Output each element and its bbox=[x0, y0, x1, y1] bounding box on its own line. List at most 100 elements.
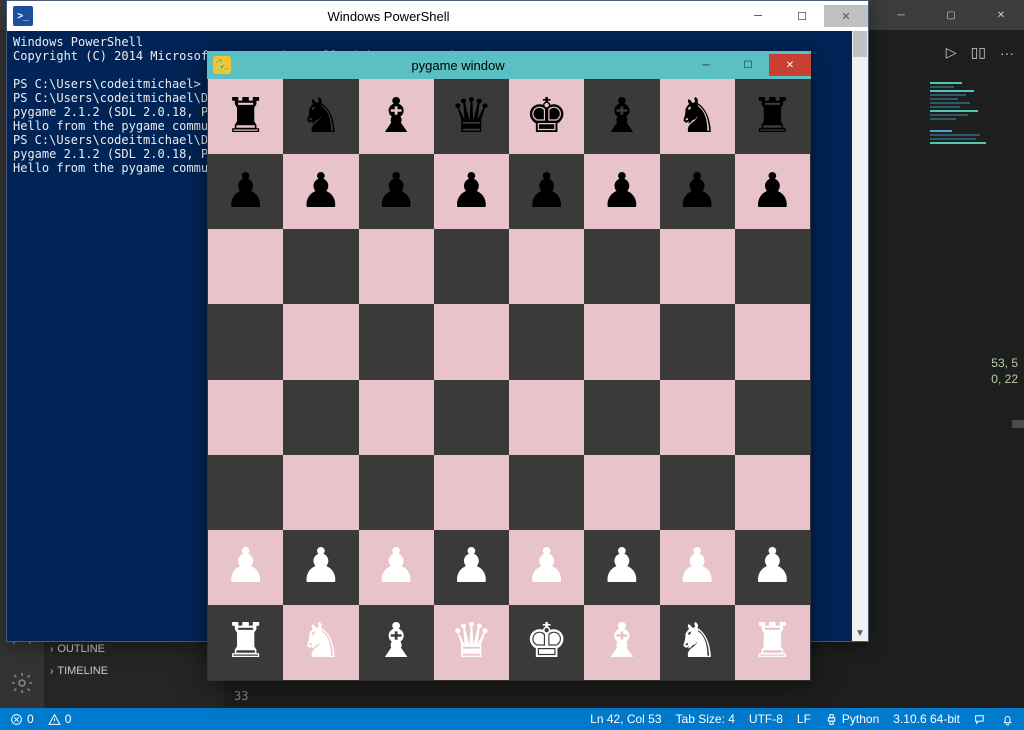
chess-piece-black-k[interactable]: ♚ bbox=[525, 93, 568, 141]
chess-piece-black-pawn[interactable]: ♟ bbox=[600, 168, 643, 216]
status-feedback-icon[interactable] bbox=[974, 713, 987, 726]
board-square[interactable] bbox=[660, 380, 735, 455]
ps-close-button[interactable]: ✕ bbox=[824, 5, 868, 27]
chess-piece-white-pawn[interactable]: ♟ bbox=[751, 543, 794, 591]
chess-piece-white-b[interactable]: ♝ bbox=[600, 618, 643, 666]
board-square[interactable]: ♟ bbox=[584, 154, 659, 229]
status-ln-col[interactable]: Ln 42, Col 53 bbox=[590, 712, 661, 726]
board-square[interactable]: ♜ bbox=[735, 605, 810, 680]
board-square[interactable] bbox=[208, 229, 283, 304]
board-square[interactable] bbox=[434, 229, 509, 304]
board-square[interactable]: ♜ bbox=[735, 79, 810, 154]
board-square[interactable]: ♝ bbox=[359, 79, 434, 154]
ps-minimize-button[interactable]: ─ bbox=[736, 5, 780, 27]
chess-piece-black-pawn[interactable]: ♟ bbox=[676, 168, 719, 216]
board-square[interactable] bbox=[660, 229, 735, 304]
chess-piece-white-k[interactable]: ♚ bbox=[525, 618, 568, 666]
scrollbar-thumb[interactable] bbox=[853, 31, 867, 57]
board-square[interactable] bbox=[735, 304, 810, 379]
chess-piece-black-pawn[interactable]: ♟ bbox=[751, 168, 794, 216]
board-square[interactable] bbox=[359, 229, 434, 304]
settings-gear-icon[interactable] bbox=[10, 671, 34, 700]
chess-piece-black-q[interactable]: ♛ bbox=[450, 93, 493, 141]
status-language[interactable]: Python bbox=[825, 712, 879, 726]
board-square[interactable] bbox=[509, 304, 584, 379]
chess-piece-white-r[interactable]: ♜ bbox=[224, 618, 267, 666]
board-square[interactable] bbox=[434, 455, 509, 530]
board-square[interactable]: ♝ bbox=[584, 605, 659, 680]
vscode-max-button[interactable]: ▢ bbox=[934, 4, 968, 26]
vscode-close-button[interactable]: ✕ bbox=[984, 4, 1018, 26]
board-square[interactable]: ♟ bbox=[208, 530, 283, 605]
board-square[interactable]: ♚ bbox=[509, 79, 584, 154]
run-icon[interactable]: ▷ bbox=[946, 44, 957, 61]
chess-piece-white-pawn[interactable]: ♟ bbox=[600, 543, 643, 591]
board-square[interactable]: ♛ bbox=[434, 79, 509, 154]
chess-piece-white-pawn[interactable]: ♟ bbox=[224, 543, 267, 591]
board-square[interactable]: ♜ bbox=[208, 79, 283, 154]
board-square[interactable] bbox=[509, 380, 584, 455]
vscode-min-button[interactable]: ─ bbox=[884, 4, 918, 26]
status-encoding[interactable]: UTF-8 bbox=[749, 712, 783, 726]
status-eol[interactable]: LF bbox=[797, 712, 811, 726]
chess-piece-white-pawn[interactable]: ♟ bbox=[375, 543, 418, 591]
board-square[interactable]: ♛ bbox=[434, 605, 509, 680]
chess-piece-white-pawn[interactable]: ♟ bbox=[450, 543, 493, 591]
board-square[interactable] bbox=[660, 304, 735, 379]
board-square[interactable] bbox=[434, 380, 509, 455]
status-warnings[interactable]: 0 bbox=[48, 712, 72, 726]
board-square[interactable]: ♟ bbox=[208, 154, 283, 229]
board-square[interactable]: ♟ bbox=[735, 530, 810, 605]
chess-piece-black-n[interactable]: ♞ bbox=[299, 93, 342, 141]
board-square[interactable]: ♝ bbox=[359, 605, 434, 680]
board-square[interactable] bbox=[735, 380, 810, 455]
board-square[interactable] bbox=[660, 455, 735, 530]
board-square[interactable] bbox=[359, 380, 434, 455]
board-square[interactable]: ♟ bbox=[359, 530, 434, 605]
scrollbar-marker[interactable] bbox=[1012, 420, 1024, 428]
board-square[interactable] bbox=[283, 380, 358, 455]
board-square[interactable]: ♟ bbox=[509, 154, 584, 229]
chess-piece-black-r[interactable]: ♜ bbox=[751, 93, 794, 141]
board-square[interactable]: ♟ bbox=[735, 154, 810, 229]
chess-piece-white-q[interactable]: ♛ bbox=[450, 618, 493, 666]
chess-piece-black-n[interactable]: ♞ bbox=[676, 93, 719, 141]
powershell-scrollbar[interactable]: ▲ ▼ bbox=[852, 31, 868, 641]
board-square[interactable] bbox=[283, 304, 358, 379]
chess-piece-black-pawn[interactable]: ♟ bbox=[450, 168, 493, 216]
board-square[interactable]: ♚ bbox=[509, 605, 584, 680]
board-square[interactable]: ♞ bbox=[283, 605, 358, 680]
board-square[interactable] bbox=[359, 455, 434, 530]
scroll-down-icon[interactable]: ▼ bbox=[852, 625, 868, 641]
board-square[interactable] bbox=[735, 229, 810, 304]
board-square[interactable] bbox=[283, 455, 358, 530]
pg-minimize-button[interactable]: ─ bbox=[685, 54, 727, 76]
chess-piece-white-n[interactable]: ♞ bbox=[299, 618, 342, 666]
board-square[interactable] bbox=[208, 304, 283, 379]
chess-piece-white-pawn[interactable]: ♟ bbox=[676, 543, 719, 591]
status-tab-size[interactable]: Tab Size: 4 bbox=[676, 712, 735, 726]
board-square[interactable]: ♟ bbox=[283, 154, 358, 229]
chess-piece-black-pawn[interactable]: ♟ bbox=[299, 168, 342, 216]
pg-maximize-button[interactable]: ☐ bbox=[727, 54, 769, 76]
board-square[interactable]: ♟ bbox=[509, 530, 584, 605]
board-square[interactable] bbox=[584, 304, 659, 379]
chess-piece-black-b[interactable]: ♝ bbox=[375, 93, 418, 141]
split-editor-icon[interactable]: ▯▯ bbox=[971, 44, 986, 61]
chess-piece-black-r[interactable]: ♜ bbox=[224, 93, 267, 141]
board-square[interactable]: ♟ bbox=[434, 530, 509, 605]
board-square[interactable] bbox=[509, 455, 584, 530]
pg-close-button[interactable]: ✕ bbox=[769, 54, 811, 76]
status-interpreter[interactable]: 3.10.6 64-bit bbox=[893, 712, 960, 726]
board-square[interactable] bbox=[584, 380, 659, 455]
board-square[interactable]: ♟ bbox=[283, 530, 358, 605]
chess-piece-black-pawn[interactable]: ♟ bbox=[525, 168, 568, 216]
minimap[interactable] bbox=[930, 80, 1010, 210]
chess-piece-white-r[interactable]: ♜ bbox=[751, 618, 794, 666]
chess-board[interactable]: ♜♞♝♛♚♝♞♜♟♟♟♟♟♟♟♟♟♟♟♟♟♟♟♟♜♞♝♛♚♝♞♜ bbox=[208, 79, 810, 680]
chess-piece-white-b[interactable]: ♝ bbox=[375, 618, 418, 666]
board-square[interactable]: ♟ bbox=[584, 530, 659, 605]
timeline-section[interactable]: ›TIMELINE bbox=[44, 660, 224, 682]
chess-piece-white-n[interactable]: ♞ bbox=[676, 618, 719, 666]
more-icon[interactable]: ··· bbox=[1000, 45, 1014, 61]
